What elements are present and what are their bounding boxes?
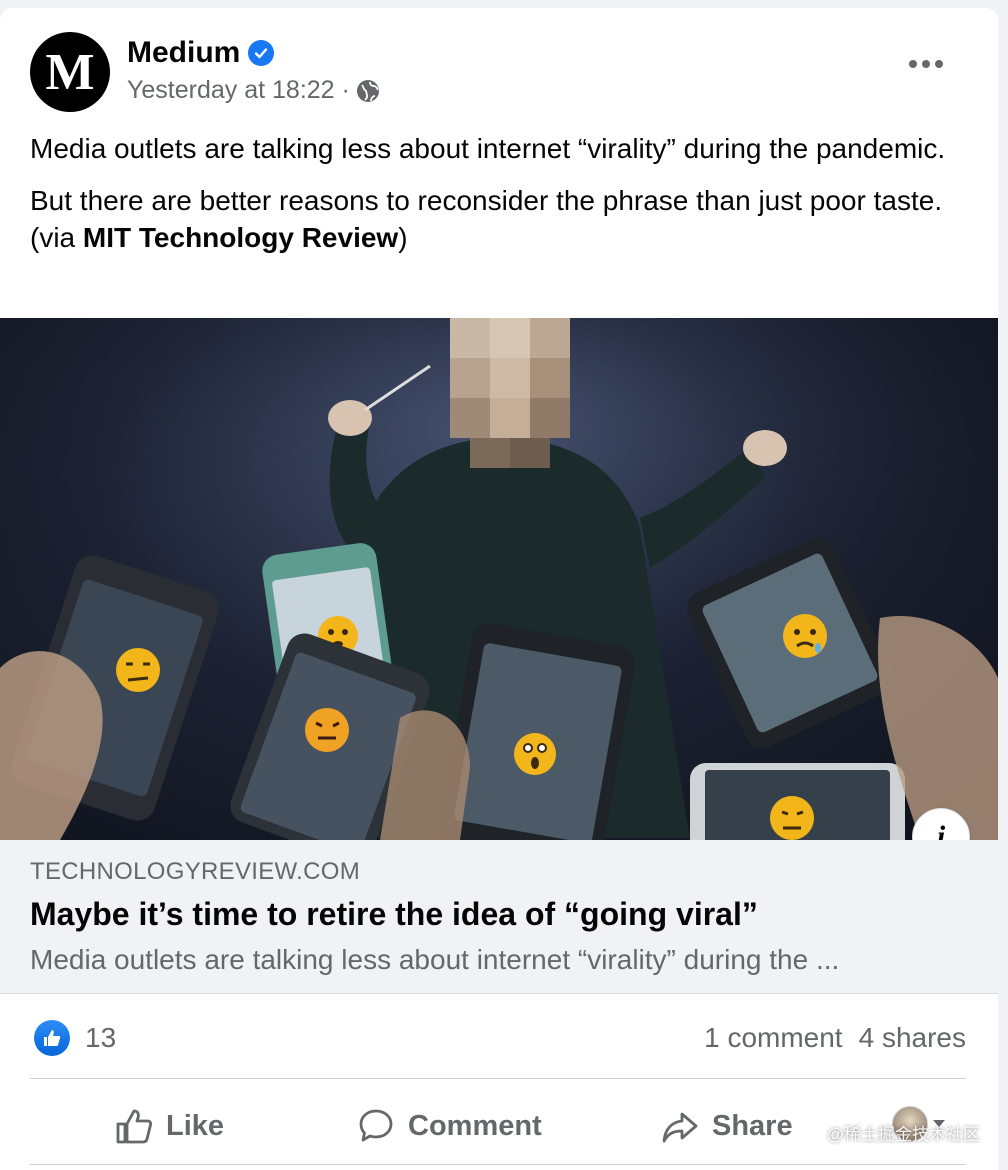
link-title[interactable]: Maybe it’s time to retire the idea of “g… [30,896,758,933]
reaction-count[interactable]: 13 [85,1022,116,1054]
source-link[interactable]: MIT Technology Review [83,222,398,253]
page-avatar[interactable]: M [30,32,110,112]
comment-button[interactable]: Comment [356,1088,542,1164]
post-timestamp[interactable]: Yesterday at 18:22 · [127,76,350,105]
watermark-text: @稀土掘金技术社区 [826,1125,980,1144]
link-domain: TECHNOLOGYREVIEW.COM [30,858,361,885]
more-options-button[interactable] [900,52,952,76]
comment-bubble-icon [359,1109,393,1142]
page-name-link[interactable]: Medium [127,36,240,70]
share-arrow-icon [662,1112,698,1143]
share-button[interactable]: Share [660,1088,793,1164]
like-reaction-icon[interactable] [34,1020,70,1056]
phone-6 [690,763,905,840]
verified-badge-icon [248,40,275,66]
link-preview[interactable]: TECHNOLOGYREVIEW.COM Maybe it’s time to … [0,840,998,994]
like-button[interactable]: Like [114,1088,224,1164]
share-button-label: Share [712,1109,793,1142]
link-preview-image[interactable] [0,318,998,840]
post-paragraph-1: Media outlets are talking less about int… [30,133,946,164]
post-paragraph-2: But there are better reasons to reconsid… [30,182,970,256]
conductor-phones-illustration [0,318,998,840]
post-paragraph-2-suffix: ) [398,222,408,253]
divider-bottom [30,1164,966,1165]
post-body: Media outlets are talking less about int… [30,130,970,271]
thumbs-up-icon [116,1109,153,1144]
reactions-bar: 13 1 comment 4 shares [30,1018,966,1058]
page-name-row: Medium [127,36,275,70]
engagement-counts: 1 comment 4 shares [704,1022,966,1054]
action-bar: Like Comment Share [30,1088,966,1164]
post-card: M Medium Yesterday at 18:22 · Media outl… [0,8,998,1170]
like-button-label: Like [166,1109,225,1142]
divider [30,1078,966,1079]
comment-count-link[interactable]: 1 comment [704,1022,843,1054]
more-dots-icon [909,60,943,68]
globe-icon[interactable] [356,79,380,103]
link-description: Media outlets are talking less about int… [30,944,840,975]
post-meta: Yesterday at 18:22 · [127,76,380,105]
post-header: M Medium Yesterday at 18:22 · [30,32,968,112]
share-count-link[interactable]: 4 shares [859,1022,966,1054]
comment-button-label: Comment [408,1109,542,1142]
